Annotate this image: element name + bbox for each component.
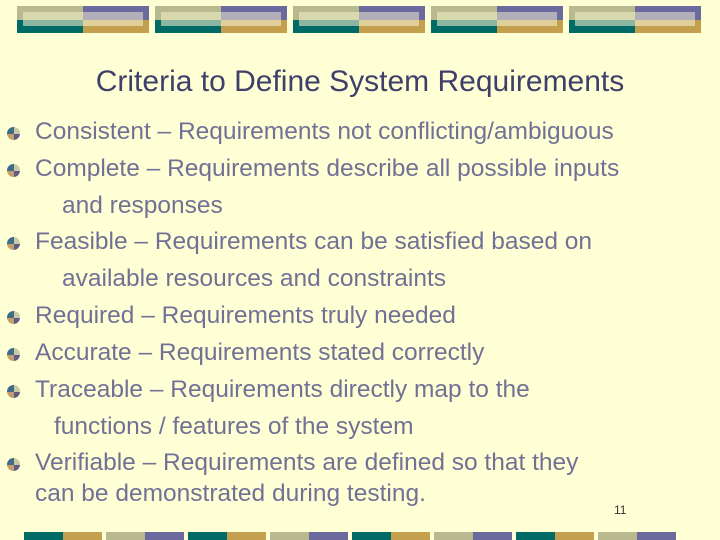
bottom-bar-block xyxy=(24,532,102,540)
bottom-bar-block xyxy=(106,532,184,540)
bottom-bar-block xyxy=(434,532,512,540)
top-bar-block xyxy=(431,6,563,33)
bullet-required: Required – Requirements truly needed xyxy=(35,302,456,329)
top-bar-block xyxy=(155,6,287,33)
bullet-accurate: Accurate – Requirements stated correctly xyxy=(35,339,485,366)
bullet-feasible-continuation: available resources and constraints xyxy=(62,265,447,292)
quartered-circle-bullet-icon xyxy=(7,237,20,250)
top-bar-block xyxy=(293,6,425,33)
quartered-circle-bullet-icon xyxy=(7,348,20,361)
bullet-traceable-continuation: functions / features of the system xyxy=(54,413,414,440)
quartered-circle-bullet-icon xyxy=(7,164,20,177)
quartered-circle-bullet-icon xyxy=(7,311,20,324)
top-decorative-bar xyxy=(17,6,701,33)
bullet-complete-continuation: and responses xyxy=(62,192,223,219)
bullet-complete: Complete – Requirements describe all pos… xyxy=(35,155,620,182)
quartered-circle-bullet-icon xyxy=(7,127,20,140)
slide-title: Criteria to Define System Requirements xyxy=(95,65,625,98)
bottom-bar-block xyxy=(270,532,348,540)
bottom-bar-block xyxy=(598,532,676,540)
bottom-bar-block xyxy=(188,532,266,540)
bottom-decorative-bar xyxy=(24,532,676,540)
top-bar-block xyxy=(17,6,149,33)
bullet-verifiable: Verifiable – Requirements are defined so… xyxy=(35,449,579,476)
bottom-bar-block xyxy=(516,532,594,540)
quartered-circle-bullet-icon xyxy=(7,458,20,471)
slide-page-number: 11 xyxy=(614,503,627,517)
bullet-consistent: Consistent – Requirements not conflictin… xyxy=(35,118,614,145)
bullet-feasible: Feasible – Requirements can be satisfied… xyxy=(35,228,593,255)
bullet-verifiable-continuation: can be demonstrated during testing. xyxy=(35,480,426,507)
quartered-circle-bullet-icon xyxy=(7,385,20,398)
bullet-traceable: Traceable – Requirements directly map to… xyxy=(35,376,530,403)
bottom-bar-block xyxy=(352,532,430,540)
top-bar-block xyxy=(569,6,701,33)
